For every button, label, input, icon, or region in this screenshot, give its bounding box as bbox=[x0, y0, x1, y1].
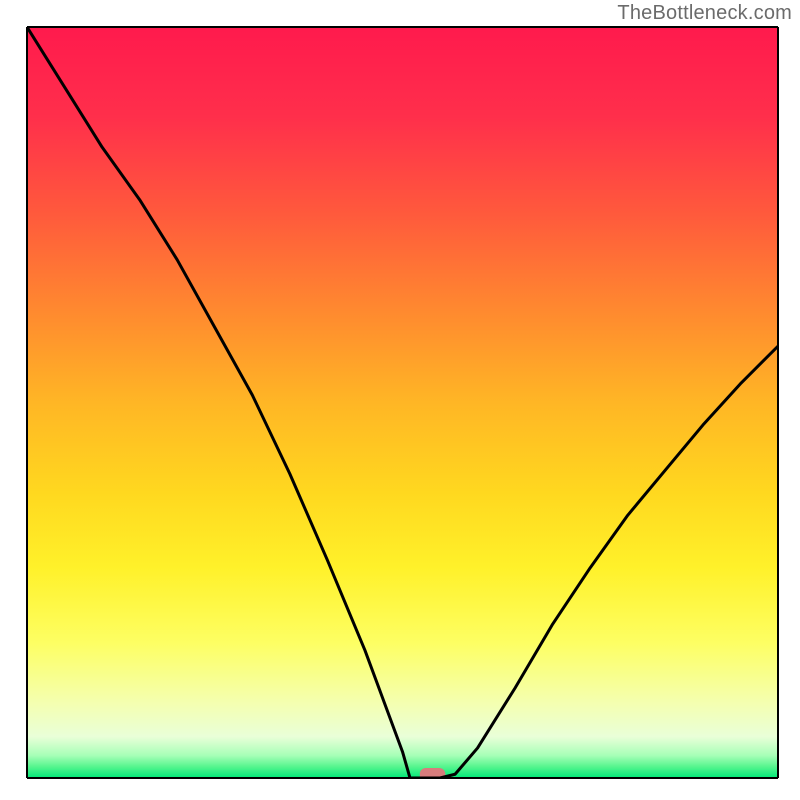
optimal-marker bbox=[420, 768, 446, 781]
bottleneck-chart bbox=[0, 0, 800, 800]
gradient-background bbox=[27, 27, 778, 778]
chart-container: TheBottleneck.com bbox=[0, 0, 800, 800]
watermark-text: TheBottleneck.com bbox=[617, 2, 792, 25]
